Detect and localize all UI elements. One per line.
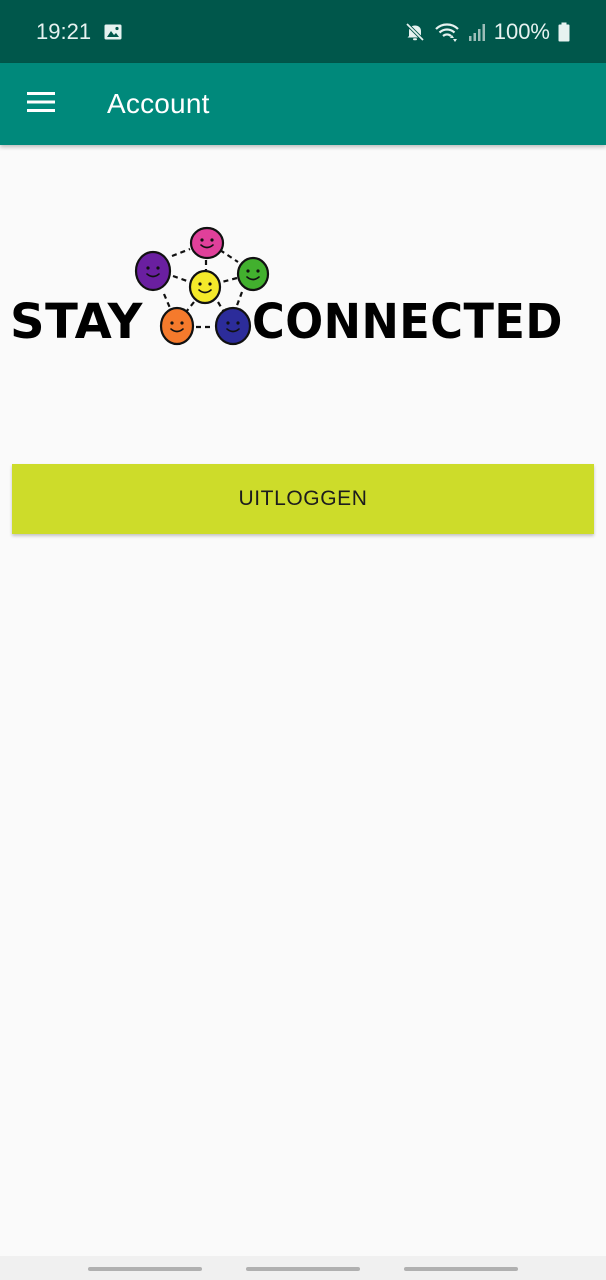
logo-word-connected: CONNECTED	[252, 294, 563, 350]
nav-back-indicator[interactable]	[404, 1267, 518, 1271]
nav-recent-apps-indicator[interactable]	[88, 1267, 202, 1271]
stay-connected-logo: STAY CONNECTED	[10, 224, 598, 350]
hamburger-menu-icon	[26, 91, 56, 118]
image-icon	[103, 22, 123, 42]
system-nav-bar	[0, 1256, 606, 1280]
battery-icon	[558, 22, 570, 42]
nav-home-indicator[interactable]	[246, 1267, 360, 1271]
status-right: 100%	[404, 19, 570, 45]
signal-icon	[468, 22, 486, 42]
app-bar: Account	[0, 63, 606, 145]
status-left: 19:21	[36, 19, 123, 45]
account-screen: 19:21 100% Account STAY CONNECTED UITLOG…	[0, 0, 606, 1280]
menu-button[interactable]	[0, 63, 82, 145]
logout-button[interactable]: UITLOGGEN	[12, 464, 594, 534]
mute-icon	[404, 21, 426, 43]
status-bar: 19:21 100%	[0, 0, 606, 63]
wifi-icon	[434, 21, 460, 43]
page-title: Account	[107, 88, 210, 119]
status-time: 19:21	[36, 18, 92, 44]
connected-faces-graphic	[134, 226, 270, 346]
battery-level: 100%	[493, 18, 550, 44]
